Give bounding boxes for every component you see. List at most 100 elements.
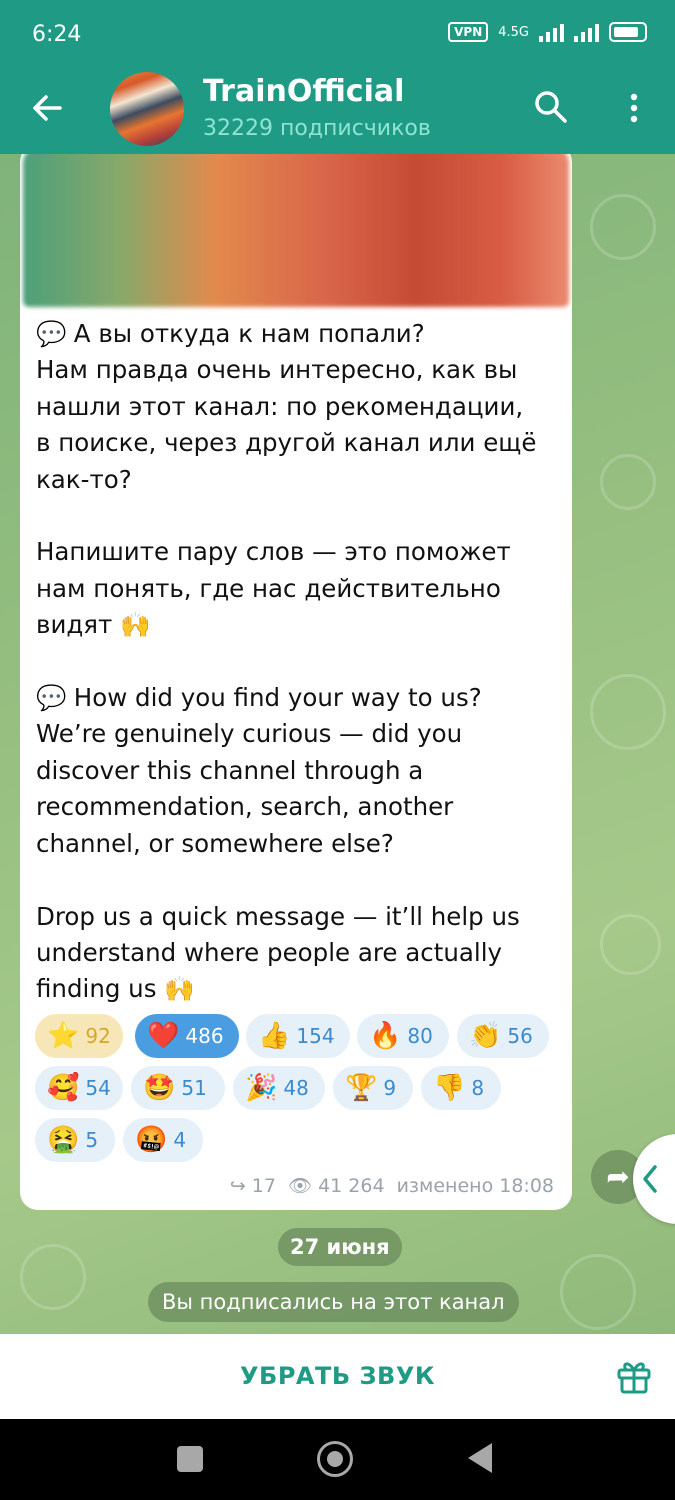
reaction-count: 56: [507, 1024, 533, 1048]
reaction-star[interactable]: ⭐ 92: [35, 1014, 123, 1058]
reaction-count: 51: [181, 1076, 207, 1100]
message-line: understand where people are actually: [36, 937, 503, 967]
fire-icon: 🔥: [369, 1021, 402, 1051]
mute-button[interactable]: УБРАТЬ ЗВУК: [0, 1334, 675, 1419]
wallpaper-doodle: [590, 674, 666, 750]
message-line: нашли этот канал: по рекомендации,: [36, 391, 524, 421]
message-line: А вы откуда к нам попали?: [73, 319, 425, 348]
reaction-count: 9: [383, 1076, 397, 1100]
message-line: Нам правда очень интересно, как вы: [36, 355, 518, 385]
search-button[interactable]: [530, 86, 572, 128]
more-vertical-icon: [630, 93, 638, 123]
reaction-thumbs-up[interactable]: 👍 154: [246, 1014, 350, 1058]
view-count: 41 264: [318, 1174, 385, 1197]
wallpaper-doodle: [600, 914, 661, 975]
home-button[interactable]: [317, 1441, 353, 1477]
wallpaper-doodle: [20, 1244, 86, 1310]
message-line: в поиске, через другой канал или ещё: [36, 428, 537, 458]
message-line: видят: [36, 610, 113, 640]
reaction-count: 80: [407, 1024, 433, 1048]
reaction-count: 54: [85, 1076, 111, 1100]
more-menu-button[interactable]: [622, 86, 646, 130]
chat-area[interactable]: 💬 А вы откуда к нам попали? Нам правда о…: [0, 154, 675, 1334]
heart-icon: ❤️: [147, 1021, 180, 1051]
message-line: finding us: [36, 974, 157, 1004]
message-bubble[interactable]: 💬 А вы откуда к нам попали? Нам правда о…: [20, 154, 572, 1210]
status-bar: 6:24 VPN 4.5G: [0, 0, 675, 70]
message-meta: ↪ 17 👁 41 264 изменено 18:08: [229, 1174, 554, 1198]
date-separator: 27 июня: [278, 1228, 402, 1266]
reaction-vomit[interactable]: 🤮 5: [35, 1118, 115, 1162]
back-button[interactable]: [26, 86, 70, 130]
reaction-party[interactable]: 🎉 48: [233, 1066, 325, 1110]
chevron-left-icon: [643, 1165, 657, 1193]
message-line: How did you find your way to us?: [73, 683, 482, 713]
message-line: Напишите пару слов — это поможет: [36, 537, 511, 567]
signal-icon-2: [574, 22, 599, 42]
reaction-clap[interactable]: 👏 56: [457, 1014, 549, 1058]
speech-bubble-icon: 💬: [36, 319, 67, 348]
gift-button[interactable]: [614, 1356, 654, 1396]
reaction-thumbs-down[interactable]: 👎 8: [421, 1066, 501, 1110]
network-type: 4.5G: [498, 24, 529, 40]
message-line: recommendation, search, another: [36, 792, 454, 822]
wallpaper-doodle: [560, 1254, 636, 1330]
party-popper-icon: 🎉: [245, 1073, 278, 1103]
speech-bubble-icon: 💬: [36, 683, 67, 713]
smiling-hearts-icon: 🥰: [47, 1073, 80, 1103]
system-nav-bar: [0, 1419, 675, 1500]
message-line: Drop us a quick message — it’ll help us: [36, 901, 520, 931]
message-line: channel, or somewhere else?: [36, 828, 394, 858]
bottom-bar: УБРАТЬ ЗВУК: [0, 1334, 675, 1419]
reaction-count: 48: [283, 1076, 309, 1100]
reaction-count: 154: [296, 1024, 335, 1048]
system-back-button[interactable]: [468, 1443, 492, 1473]
chat-header: TrainOfficial 32229 подписчиков: [0, 70, 675, 154]
thumbs-down-icon: 👎: [433, 1073, 466, 1103]
trophy-icon: 🏆: [345, 1073, 378, 1103]
search-icon: [535, 91, 567, 123]
message-line: нам понять, где нас действительно: [36, 573, 501, 603]
raising-hands-icon: 🙌: [164, 974, 195, 1004]
message-line: discover this channel through a: [36, 755, 424, 785]
vomiting-face-icon: 🤮: [47, 1125, 80, 1155]
signal-icon: [539, 22, 564, 42]
message-line: как-то?: [36, 464, 132, 494]
forward-small-icon: ↪: [229, 1174, 246, 1197]
edited-time: изменено 18:08: [396, 1174, 554, 1197]
reaction-angry[interactable]: 🤬 4: [123, 1118, 203, 1162]
battery-icon: [609, 22, 647, 42]
wallpaper-doodle: [600, 454, 656, 510]
subscriber-count: 32229 подписчиков: [203, 116, 431, 141]
reaction-love-face[interactable]: 🥰 54: [35, 1066, 123, 1110]
message-line: We’re genuinely curious — did you: [36, 719, 463, 749]
channel-title[interactable]: TrainOfficial: [203, 74, 404, 109]
forward-count: 17: [251, 1174, 276, 1197]
wallpaper-doodle: [590, 194, 656, 260]
clap-icon: 👏: [469, 1021, 502, 1051]
reaction-count: 5: [85, 1128, 99, 1152]
arrow-left-icon: [33, 95, 62, 121]
star-eyes-icon: 🤩: [143, 1073, 176, 1103]
reaction-heart[interactable]: ❤️ 486: [135, 1014, 239, 1058]
status-icons: VPN 4.5G: [448, 22, 647, 42]
message-text: 💬 А вы откуда к нам попали? Нам правда о…: [36, 316, 556, 1008]
reaction-star-eyes[interactable]: 🤩 51: [131, 1066, 225, 1110]
status-time: 6:24: [32, 22, 82, 47]
reaction-trophy[interactable]: 🏆 9: [333, 1066, 413, 1110]
eye-icon: 👁: [287, 1175, 313, 1197]
reaction-fire[interactable]: 🔥 80: [357, 1014, 449, 1058]
recent-apps-button[interactable]: [177, 1446, 203, 1472]
vpn-icon: VPN: [448, 22, 489, 42]
cursing-face-icon: 🤬: [135, 1125, 168, 1155]
side-panel-toggle[interactable]: [633, 1134, 675, 1224]
gift-icon: [617, 1362, 651, 1394]
share-icon: ➦: [606, 1160, 630, 1193]
message-media-image[interactable]: [23, 154, 569, 307]
reaction-count: 8: [471, 1076, 485, 1100]
channel-avatar[interactable]: [110, 72, 184, 146]
reaction-count: 486: [185, 1024, 224, 1048]
thumbs-up-icon: 👍: [258, 1021, 291, 1051]
star-icon: ⭐: [47, 1021, 80, 1051]
raising-hands-icon: 🙌: [120, 610, 151, 640]
